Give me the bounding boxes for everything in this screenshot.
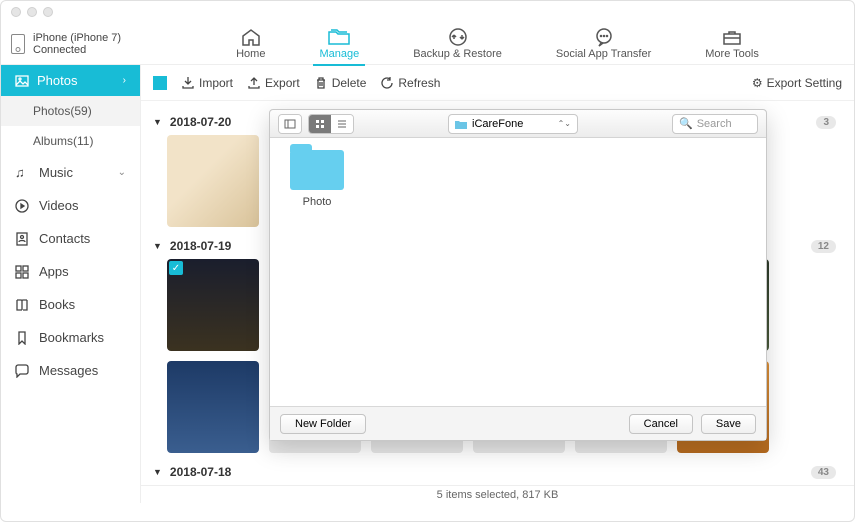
toolbar: Import Export Delete Refresh ⚙Export Set… xyxy=(141,65,854,101)
sidebar-item-messages[interactable]: Messages xyxy=(1,354,140,387)
sidebar-item-music[interactable]: ♫Music⌄ xyxy=(1,156,140,189)
save-dialog: iCareFone ⌃⌄ 🔍 Search Photo New Folder C… xyxy=(269,109,767,441)
sidebar-item-apps[interactable]: Apps xyxy=(1,255,140,288)
folder-large-icon xyxy=(290,150,344,190)
tab-home-label: Home xyxy=(236,48,265,60)
tab-backup-label: Backup & Restore xyxy=(413,48,502,60)
sidebar-item-books[interactable]: Books xyxy=(1,288,140,321)
tab-backup[interactable]: Backup & Restore xyxy=(407,22,508,66)
tab-social-label: Social App Transfer xyxy=(556,48,651,60)
sidebar-photos-header[interactable]: Photos › xyxy=(1,65,140,96)
photo-thumb[interactable] xyxy=(167,259,259,351)
music-icon: ♫ xyxy=(15,165,31,180)
header: iPhone (iPhone 7) Connected Home Manage … xyxy=(1,23,854,65)
triangle-down-icon: ▼ xyxy=(153,117,162,127)
icon-view-icon[interactable] xyxy=(309,115,331,133)
book-icon xyxy=(15,298,31,312)
sidebar-sub-photos[interactable]: Photos(59) xyxy=(1,96,140,126)
cancel-button[interactable]: Cancel xyxy=(629,414,693,434)
tab-manage-label: Manage xyxy=(319,48,359,60)
refresh-button[interactable]: Refresh xyxy=(380,76,440,90)
dialog-toolbar: iCareFone ⌃⌄ 🔍 Search xyxy=(270,110,766,138)
sidebar: Photos › Photos(59) Albums(11) ♫Music⌄ V… xyxy=(1,65,141,503)
import-button[interactable]: Import xyxy=(181,76,233,90)
apps-icon xyxy=(15,265,31,279)
location-dropdown[interactable]: iCareFone ⌃⌄ xyxy=(448,114,578,134)
photo-thumb[interactable] xyxy=(167,135,259,227)
group-header-2[interactable]: ▼2018-07-1843 xyxy=(153,465,842,479)
sidebar-item-contacts[interactable]: Contacts xyxy=(1,222,140,255)
zoom-dot[interactable] xyxy=(43,7,53,17)
sidebar-item-videos[interactable]: Videos xyxy=(1,189,140,222)
sidebar-item-bookmarks[interactable]: Bookmarks xyxy=(1,321,140,354)
gear-icon: ⚙ xyxy=(752,76,763,90)
tab-manage[interactable]: Manage xyxy=(313,22,365,66)
dialog-body[interactable]: Photo xyxy=(270,138,766,406)
updown-icon: ⌃⌄ xyxy=(558,119,571,128)
triangle-down-icon: ▼ xyxy=(153,241,162,251)
contacts-icon xyxy=(15,232,31,246)
device-name: iPhone (iPhone 7) xyxy=(33,32,121,44)
triangle-down-icon: ▼ xyxy=(153,467,162,477)
select-all-checkbox[interactable] xyxy=(153,76,167,90)
sidebar-photos-label: Photos xyxy=(37,73,77,88)
export-button[interactable]: Export xyxy=(247,76,300,90)
bookmark-icon xyxy=(15,331,31,345)
sidebar-sub-albums[interactable]: Albums(11) xyxy=(1,126,140,156)
play-icon xyxy=(15,199,31,213)
photo-thumb[interactable] xyxy=(167,361,259,453)
status-bar: 5 items selected, 817 KB xyxy=(141,485,854,503)
tab-tools[interactable]: More Tools xyxy=(699,22,765,66)
tab-social[interactable]: Social App Transfer xyxy=(550,22,657,66)
phone-icon xyxy=(11,34,25,54)
count-badge: 3 xyxy=(816,116,836,129)
backup-icon xyxy=(448,26,468,48)
nav-tabs: Home Manage Backup & Restore Social App … xyxy=(141,22,854,66)
folder-icon xyxy=(328,26,350,48)
dialog-footer: New Folder Cancel Save xyxy=(270,406,766,440)
window-titlebar xyxy=(1,1,854,23)
toolbox-icon xyxy=(722,26,742,48)
count-badge: 12 xyxy=(811,240,836,253)
tab-tools-label: More Tools xyxy=(705,48,759,60)
sidebar-toggle-icon[interactable] xyxy=(279,115,301,133)
search-field[interactable]: 🔍 Search xyxy=(672,114,758,134)
device-status: Connected xyxy=(33,44,121,56)
chevron-right-icon: › xyxy=(123,75,126,86)
close-dot[interactable] xyxy=(11,7,21,17)
save-button[interactable]: Save xyxy=(701,414,756,434)
device-info: iPhone (iPhone 7) Connected xyxy=(1,32,141,56)
chevron-down-icon: ⌄ xyxy=(118,167,126,178)
view-seg-nav[interactable] xyxy=(278,114,302,134)
delete-button[interactable]: Delete xyxy=(314,76,367,90)
list-view-icon[interactable] xyxy=(331,115,353,133)
count-badge: 43 xyxy=(811,466,836,479)
message-icon xyxy=(15,364,31,378)
view-seg-mode[interactable] xyxy=(308,114,354,134)
chat-icon xyxy=(594,26,614,48)
folder-small-icon xyxy=(455,119,467,129)
home-icon xyxy=(241,26,261,48)
minimize-dot[interactable] xyxy=(27,7,37,17)
export-setting-button[interactable]: ⚙Export Setting xyxy=(752,76,842,90)
photo-icon xyxy=(15,75,29,87)
tab-home[interactable]: Home xyxy=(230,22,271,66)
new-folder-button[interactable]: New Folder xyxy=(280,414,366,434)
search-icon: 🔍 xyxy=(679,117,693,130)
folder-item[interactable]: Photo xyxy=(282,150,352,208)
